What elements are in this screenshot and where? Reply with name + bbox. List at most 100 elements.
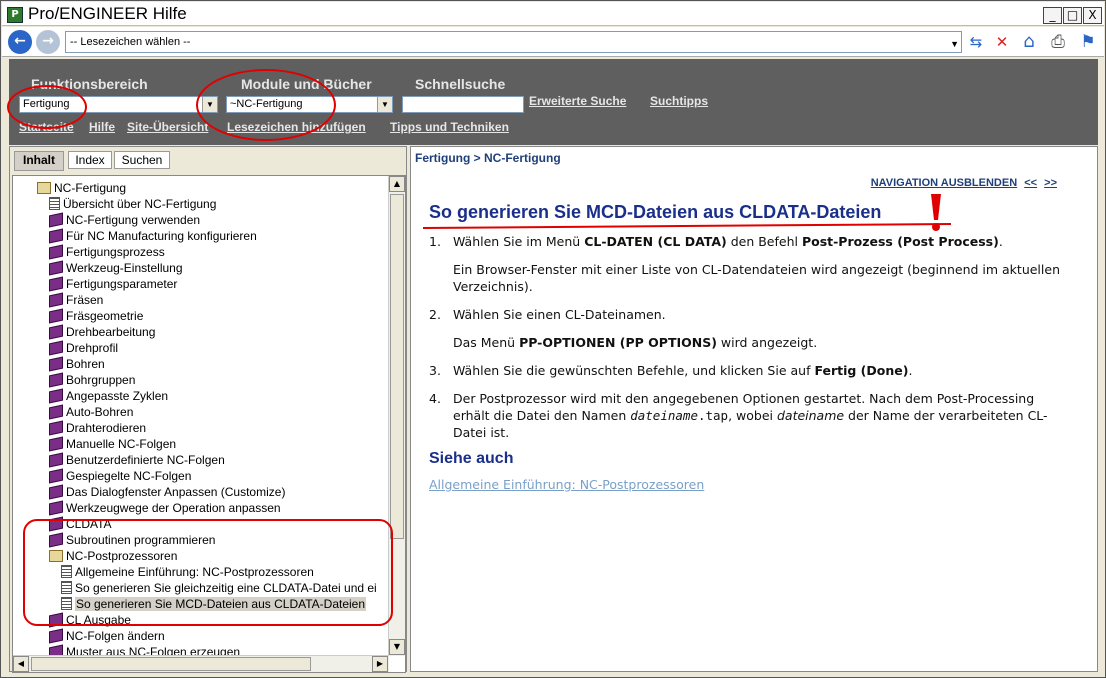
step-1: 1. Wählen Sie im Menü CL-DATEN (CL DATA)… [429,233,1069,295]
book-icon [49,484,63,500]
tree-item-label: Für NC Manufacturing konfigurieren [66,229,257,243]
next-page-link[interactable]: >> [1044,177,1057,189]
book-icon [49,452,63,468]
tree-item-label: Bohrgruppen [66,373,136,387]
tree-item-label: Fräsen [66,293,104,307]
book-icon [49,260,63,276]
command-name: Fertig (Done) [814,363,909,378]
content-nav: NAVIGATION AUSBLENDEN << >> [867,177,1057,189]
scroll-right-icon[interactable]: ▶ [372,656,388,672]
sync-icon[interactable]: ⇆ [965,31,987,53]
help-header: Funktionsbereich Module und Bücher Schne… [9,59,1098,145]
quicksearch-input[interactable] [402,96,524,113]
book-icon [49,276,63,292]
scroll-down-icon[interactable]: ▼ [389,639,405,655]
scroll-up-icon[interactable]: ▲ [389,176,405,192]
tree-item[interactable]: Bohrgruppen [49,372,135,388]
menu-name: CL-DATEN (CL DATA) [584,234,727,249]
maximize-button[interactable]: □ [1063,7,1082,24]
home-icon[interactable]: ⌂ [1018,31,1040,53]
bookmark-select[interactable]: -- Lesezeichen wählen -- ▼ [65,31,962,53]
step-text: Wählen Sie einen CL-Dateinamen. [453,307,666,322]
print-icon[interactable]: ⎙ [1047,31,1069,53]
step-note: wird angezeigt. [716,335,818,350]
step-4: 4. Der Postprozessor wird mit den angege… [429,390,1069,441]
step-note: Ein Browser-Fenster mit einer Liste von … [453,262,1060,294]
tree-item[interactable]: Übersicht über NC-Fertigung [49,196,216,212]
tree-item[interactable]: Werkzeug-Einstellung [49,260,183,276]
search-tips-link[interactable]: Suchtipps [650,94,708,108]
tree-item[interactable]: Werkzeugwege der Operation anpassen [49,500,281,516]
filename-variable: dateiname [776,408,845,423]
tree-item-label: Das Dialogfenster Anpassen (Customize) [66,485,286,499]
tree-item[interactable]: Das Dialogfenster Anpassen (Customize) [49,484,285,500]
tree-item[interactable]: Angepasste Zyklen [49,388,168,404]
minimize-button[interactable]: _ [1043,7,1062,24]
hide-navigation-link[interactable]: NAVIGATION AUSBLENDEN [871,177,1017,189]
book-icon [49,292,63,308]
hscroll-thumb[interactable] [31,657,311,671]
tree-item-label: Fräsgeometrie [66,309,144,323]
tree-item-label: Werkzeugwege der Operation anpassen [66,501,281,515]
book-icon [49,436,63,452]
tree-item[interactable]: Drehprofil [49,340,118,356]
see-also-link[interactable]: Allgemeine Einführung: NC-Postprozessore… [429,477,704,492]
book-icon [49,356,63,372]
tree-item-label: Angepasste Zyklen [66,389,169,403]
tree-item[interactable]: Fertigungsprozess [49,244,165,260]
tree-item[interactable]: Manuelle NC-Folgen [49,436,176,452]
filename-variable: dateiname [630,408,698,423]
tree-item[interactable]: Bohren [49,356,105,372]
breadcrumb[interactable]: Fertigung > NC-Fertigung [415,151,561,165]
tree-item[interactable]: Fertigungsparameter [49,276,177,292]
tree-item[interactable]: Gespiegelte NC-Folgen [49,468,191,484]
scroll-left-icon[interactable]: ◀ [13,656,29,672]
chevron-down-icon[interactable]: ▼ [950,34,959,54]
tree-item-label: Fertigungsprozess [66,245,165,259]
step-text: . [908,363,913,378]
step-number: 1. [429,234,441,249]
tree-item[interactable]: Fräsen [49,292,103,308]
help-window: P Pro/ENGINEER Hilfe _ □ X ← → -- Leseze… [0,0,1106,678]
step-2: 2. Wählen Sie einen CL-Dateinamen. Das M… [429,306,1069,351]
book-icon [49,212,63,228]
tree-item[interactable]: NC-Fertigung verwenden [49,212,200,228]
forward-arrow-icon[interactable]: → [36,30,60,54]
tree-item-label: Manuelle NC-Folgen [66,437,177,451]
open-book-icon [37,182,51,194]
tree-item-label: Gespiegelte NC-Folgen [66,469,192,483]
site-overview-link[interactable]: Site-Übersicht [127,120,208,134]
step-text: , wobei [728,408,777,423]
quicksearch-label: Schnellsuche [415,76,506,92]
see-also-heading: Siehe auch [429,450,514,467]
close-button[interactable]: X [1083,7,1102,24]
tree-item-label: Werkzeug-Einstellung [66,261,183,275]
prev-page-link[interactable]: << [1024,177,1037,189]
tree-item[interactable]: Fräsgeometrie [49,308,143,324]
step-3: 3. Wählen Sie die gewünschten Befehle, u… [429,362,1069,379]
stop-icon[interactable]: ✕ [991,31,1013,53]
tree-item[interactable]: Drahterodieren [49,420,146,436]
tab-search[interactable]: Suchen [114,151,170,169]
tab-index[interactable]: Index [68,151,112,169]
tree-horizontal-scrollbar[interactable]: ◀ ▶ [13,655,389,672]
help-link[interactable]: Hilfe [89,120,115,134]
tree-item[interactable]: Drehbearbeitung [49,324,155,340]
tree-item[interactable]: Benutzerdefinierte NC-Folgen [49,452,225,468]
tips-techniques-link[interactable]: Tipps und Techniken [390,120,509,134]
book-icon [49,500,63,516]
tree-item-label: Drehbearbeitung [66,325,156,339]
scroll-thumb[interactable] [390,194,404,539]
chevron-down-icon[interactable]: ▼ [377,97,392,112]
advanced-search-link[interactable]: Erweiterte Suche [529,94,626,108]
step-text: Wählen Sie die gewünschten Befehle, und … [453,363,815,378]
tree-item[interactable]: NC-Fertigung [37,180,126,196]
tree-item[interactable]: Auto-Bohren [49,404,133,420]
back-arrow-icon[interactable]: ← [8,30,32,54]
tree-item[interactable]: NC-Folgen ändern [49,628,165,644]
tree-item[interactable]: Für NC Manufacturing konfigurieren [49,228,257,244]
tree-item-label: Übersicht über NC-Fertigung [63,197,217,211]
annotation-oval-functional-area [7,85,87,129]
tab-contents[interactable]: Inhalt [14,151,64,171]
bookmark-icon[interactable]: ⚑ [1077,31,1099,53]
